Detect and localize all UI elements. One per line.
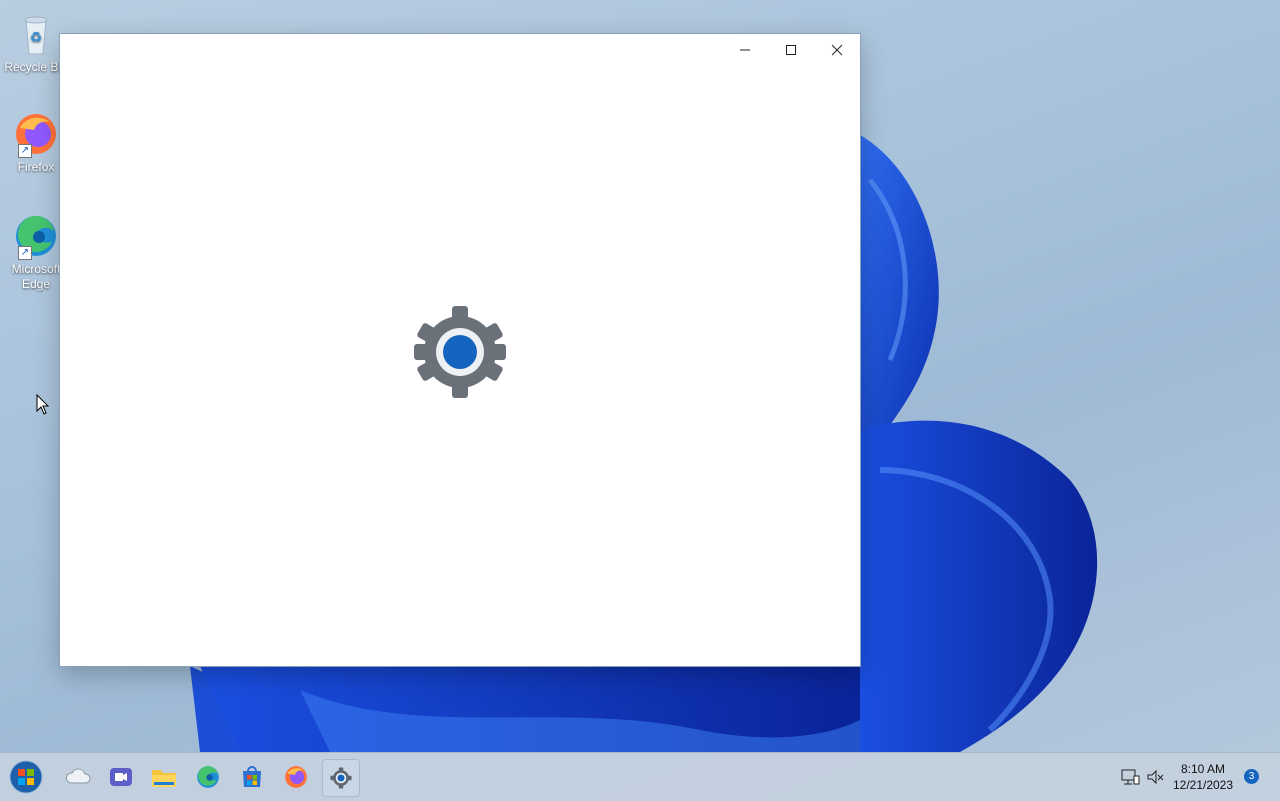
close-icon: [831, 44, 843, 56]
clock-date: 12/21/2023: [1172, 778, 1234, 792]
desktop-icon-firefox[interactable]: ↗ Firefox: [4, 110, 68, 175]
volume-muted-icon[interactable]: [1146, 767, 1166, 787]
taskbar-teams[interactable]: [103, 759, 139, 795]
taskbar-file-explorer[interactable]: [146, 759, 182, 795]
edge-icon: ↗: [12, 212, 60, 260]
notification-badge[interactable]: 3: [1244, 769, 1259, 784]
settings-window: [60, 34, 860, 666]
store-icon: [243, 766, 261, 787]
desktop-icon-edge[interactable]: ↗ Microsoft Edge: [4, 212, 68, 292]
taskbar-onedrive[interactable]: [60, 759, 96, 795]
shortcut-arrow-icon: ↗: [18, 144, 32, 158]
taskbar-settings[interactable]: [322, 759, 360, 797]
svg-text:♻: ♻: [30, 29, 43, 45]
recycle-bin-icon: ♻: [12, 10, 60, 58]
settings-icon: [330, 767, 352, 789]
shortcut-arrow-icon: ↗: [18, 246, 32, 260]
minimize-icon: [740, 49, 750, 51]
taskbar-clock[interactable]: 8:10 AM 12/21/2023: [1168, 761, 1238, 793]
cloud-icon: [65, 768, 91, 784]
windows-start-orb-icon: [9, 760, 43, 794]
minimize-button[interactable]: [722, 34, 768, 66]
mouse-cursor-icon: [36, 394, 50, 415]
taskbar-firefox[interactable]: [278, 759, 314, 795]
taskbar-microsoft-store[interactable]: [234, 759, 270, 795]
taskbar-edge[interactable]: [190, 759, 226, 795]
settings-gear-icon: [414, 306, 506, 398]
start-button[interactable]: [8, 759, 44, 795]
video-chat-icon: [110, 768, 132, 786]
desktop-icon-label: Recycle Bin: [4, 60, 68, 74]
firefox-icon: [285, 766, 307, 788]
desktop-icon-label: Firefox: [17, 160, 55, 174]
network-icon[interactable]: [1120, 767, 1140, 787]
clock-time: 8:10 AM: [1180, 762, 1226, 776]
desktop-icon-recycle-bin[interactable]: ♻ Recycle Bin: [4, 10, 68, 75]
firefox-icon: ↗: [12, 110, 60, 158]
desktop-icon-label: Microsoft Edge: [11, 262, 61, 291]
close-button[interactable]: [814, 34, 860, 66]
edge-icon: [197, 766, 219, 788]
taskbar: 8:10 AM 12/21/2023 3: [0, 752, 1280, 801]
maximize-icon: [786, 45, 796, 55]
maximize-button[interactable]: [768, 34, 814, 66]
folder-icon: [152, 770, 176, 787]
